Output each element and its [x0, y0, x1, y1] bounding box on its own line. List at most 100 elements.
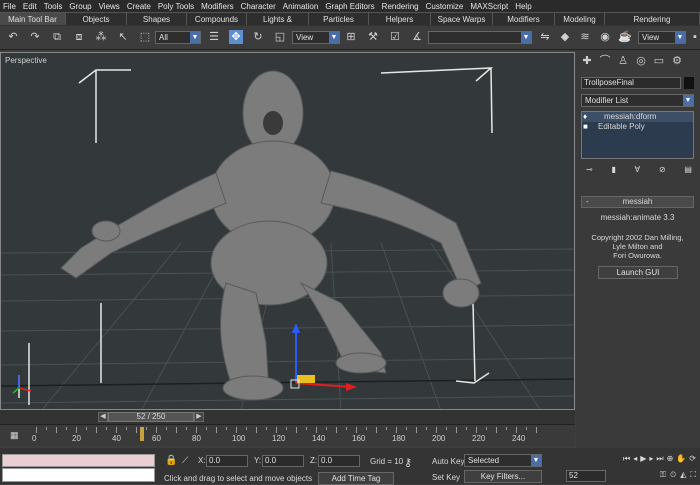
reference-coordinate-dropdown[interactable]: View ▼	[292, 31, 340, 44]
pin-stack-icon[interactable]: ⊸	[586, 165, 593, 181]
z-coordinate-field[interactable]: 0.0	[318, 455, 360, 467]
tab-objects[interactable]: Objects	[66, 12, 127, 25]
light-bulb-icon[interactable]: ♦	[583, 112, 587, 122]
key-selection-dropdown[interactable]: Selected ▼	[464, 454, 542, 467]
launch-gui-button[interactable]: Launch GUI	[598, 266, 678, 279]
key-mode-icon[interactable]: ⚿	[660, 470, 666, 483]
select-move-icon[interactable]: ✥	[229, 30, 243, 44]
track-bar[interactable]: ▦ 0 20 40 60 80 100 120 140 160 180 200 220 240	[0, 424, 575, 446]
modify-tab-icon[interactable]: ⌒	[598, 54, 612, 68]
perspective-viewport[interactable]: Perspective	[0, 52, 575, 410]
maxscript-listener-field[interactable]	[2, 454, 155, 467]
tab-space-warps[interactable]: Space Warps	[431, 12, 493, 25]
tab-compounds[interactable]: Compounds	[187, 12, 247, 25]
expand-icon[interactable]: ■	[583, 122, 588, 132]
selection-filter-dropdown[interactable]: All ▼	[155, 31, 201, 44]
go-to-start-icon[interactable]: ⏮	[623, 454, 630, 467]
object-color-swatch[interactable]	[684, 77, 694, 89]
menu-customize[interactable]: Customize	[426, 2, 464, 11]
menu-maxscript[interactable]: MAXScript	[470, 2, 508, 11]
next-frame-icon[interactable]: ▶	[194, 412, 204, 422]
remove-modifier-icon[interactable]: ⊘	[659, 165, 666, 181]
hierarchy-tab-icon[interactable]: ♙	[616, 54, 630, 68]
select-scale-icon[interactable]: ◱	[273, 30, 287, 44]
tab-main-tool-bar[interactable]: Main Tool Bar	[0, 12, 66, 25]
quick-render-icon[interactable]: ▪	[688, 30, 700, 44]
maximize-viewport-icon[interactable]: ⛶	[690, 470, 696, 483]
messiah-rollout-header[interactable]: - messiah	[581, 196, 694, 208]
menu-group[interactable]: Group	[69, 2, 91, 11]
pivot-center-icon[interactable]: ⊞	[344, 30, 358, 44]
redo-icon[interactable]: ↷	[28, 30, 42, 44]
stack-item-messiah[interactable]: ♦ messiah:dform	[582, 112, 693, 122]
align-icon[interactable]: ◆	[558, 30, 572, 44]
x-coordinate-field[interactable]: 0.0	[206, 455, 248, 467]
current-frame-marker[interactable]	[140, 427, 144, 441]
y-coordinate-field[interactable]: 0.0	[262, 455, 304, 467]
snap-toggle-icon[interactable]: ☑	[388, 30, 402, 44]
menu-file[interactable]: File	[3, 2, 16, 11]
modifier-stack[interactable]: ♦ messiah:dform ■ Editable Poly	[581, 111, 694, 159]
mirror-icon[interactable]: ⇋	[538, 30, 552, 44]
key-filters-button[interactable]: Key Filters...	[464, 470, 542, 483]
go-to-end-icon[interactable]: ⏭	[656, 454, 663, 467]
menu-modifiers[interactable]: Modifiers	[201, 2, 233, 11]
render-view-dropdown[interactable]: View ▼	[638, 31, 686, 44]
render-scene-icon[interactable]: ☕	[618, 30, 632, 44]
auto-key-button[interactable]: Auto Key	[432, 457, 464, 466]
maxscript-input-field[interactable]	[2, 468, 155, 482]
material-editor-icon[interactable]: ◉	[598, 30, 612, 44]
play-icon[interactable]: ▶	[640, 454, 646, 467]
prev-frame-icon[interactable]: ◀	[98, 412, 108, 422]
menu-poly-tools[interactable]: Poly Tools	[158, 2, 194, 11]
lock-selection-icon[interactable]: 🔒	[165, 455, 177, 466]
menu-help[interactable]: Help	[515, 2, 531, 11]
field-of-view-icon[interactable]: ◭	[680, 470, 686, 483]
set-key-button[interactable]: Set Key	[432, 473, 460, 482]
pan-icon[interactable]: ✋	[676, 454, 686, 467]
menu-animation[interactable]: Animation	[283, 2, 319, 11]
select-object-icon[interactable]: ↖	[116, 30, 130, 44]
time-slider-thumb[interactable]: 52 / 250	[108, 412, 194, 422]
tab-modifiers[interactable]: Modifiers	[493, 12, 555, 25]
menu-views[interactable]: Views	[99, 2, 120, 11]
menu-create[interactable]: Create	[127, 2, 151, 11]
menu-graph-editors[interactable]: Graph Editors	[325, 2, 374, 11]
select-region-icon[interactable]: ⬚	[138, 30, 152, 44]
next-frame-button-icon[interactable]: ▸	[649, 454, 653, 467]
unlink-icon[interactable]: ⧈	[72, 30, 86, 44]
absolute-mode-icon[interactable]: ⟋	[182, 455, 188, 466]
menu-tools[interactable]: Tools	[44, 2, 63, 11]
time-config-icon[interactable]: ⏲	[670, 470, 676, 483]
angle-snap-icon[interactable]: ∡	[410, 30, 424, 44]
undo-icon[interactable]: ↶	[6, 30, 20, 44]
object-name-field[interactable]: TrollposeFinal	[581, 77, 681, 89]
bind-space-warp-icon[interactable]: ⁂	[94, 30, 108, 44]
select-manipulate-icon[interactable]: ⚒	[366, 30, 380, 44]
display-tab-icon[interactable]: ▭	[652, 54, 666, 68]
create-tab-icon[interactable]: ✚	[580, 54, 594, 68]
zoom-icon[interactable]: ⊕	[667, 454, 674, 467]
show-end-result-icon[interactable]: ▮	[611, 165, 615, 181]
tab-lights-cameras[interactable]: Lights & Cameras	[247, 12, 309, 37]
menu-character[interactable]: Character	[241, 2, 276, 11]
tab-shapes[interactable]: Shapes	[127, 12, 187, 25]
curve-editor-icon[interactable]: ≋	[578, 30, 592, 44]
select-rotate-icon[interactable]: ↻	[251, 30, 265, 44]
utilities-tab-icon[interactable]: ⚙	[670, 54, 684, 68]
tab-helpers[interactable]: Helpers	[369, 12, 431, 25]
time-slider-track[interactable]: ◀ 52 / 250 ▶	[0, 410, 575, 424]
make-unique-icon[interactable]: ∀	[635, 165, 640, 181]
current-frame-field[interactable]: 52	[566, 470, 606, 482]
motion-tab-icon[interactable]: ◎	[634, 54, 648, 68]
key-icon[interactable]: ⚷	[404, 456, 412, 469]
stack-item-editable-poly[interactable]: ■ Editable Poly	[582, 122, 693, 132]
previous-frame-icon[interactable]: ◂	[633, 454, 637, 467]
modifier-list-dropdown[interactable]: Modifier List ▼	[581, 94, 694, 107]
orbit-icon[interactable]: ⟳	[689, 454, 696, 467]
tab-modeling[interactable]: Modeling	[555, 12, 605, 25]
menu-rendering[interactable]: Rendering	[382, 2, 419, 11]
select-by-name-icon[interactable]: ☰	[207, 30, 221, 44]
menu-edit[interactable]: Edit	[23, 2, 37, 11]
select-link-icon[interactable]: ⧉	[50, 30, 64, 44]
